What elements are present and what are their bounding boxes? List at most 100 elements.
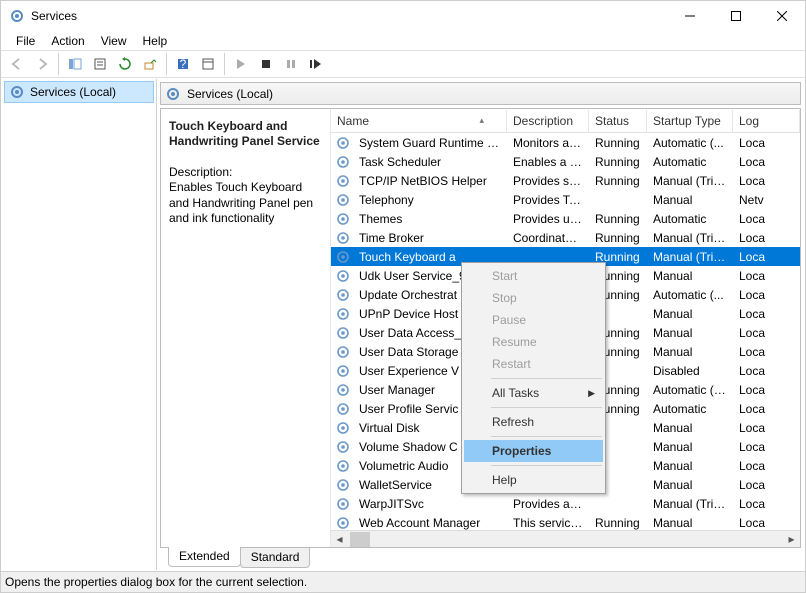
cell-startup: Automatic	[647, 154, 733, 170]
cell-logon: Loca	[733, 458, 800, 474]
cell-startup: Manual (Trig...	[647, 496, 733, 512]
table-row[interactable]: TCP/IP NetBIOS HelperProvides su...Runni…	[331, 171, 800, 190]
description-label: Description:	[169, 165, 322, 179]
service-icon	[335, 192, 351, 208]
table-row[interactable]: Task SchedulerEnables a us...RunningAuto…	[331, 152, 800, 171]
cell-startup: Manual	[647, 439, 733, 455]
menu-file[interactable]: File	[9, 33, 42, 49]
table-row[interactable]: ThemesProvides us...RunningAutomaticLoca	[331, 209, 800, 228]
service-icon	[335, 287, 351, 303]
pause-service-button[interactable]	[279, 52, 303, 76]
service-icon	[335, 173, 351, 189]
stop-service-button[interactable]	[254, 52, 278, 76]
pane-title: Services (Local)	[187, 87, 273, 101]
horizontal-scrollbar[interactable]: ◂ ▸	[331, 530, 800, 547]
scroll-left-icon[interactable]: ◂	[331, 531, 348, 548]
menu-help[interactable]: Help	[136, 33, 175, 49]
forward-button[interactable]	[30, 52, 54, 76]
export-button[interactable]	[138, 52, 162, 76]
col-header-logon[interactable]: Log	[733, 110, 800, 132]
properties-button[interactable]	[88, 52, 112, 76]
toolbar: ?	[1, 50, 805, 78]
restart-service-button[interactable]	[304, 52, 328, 76]
tab-standard[interactable]: Standard	[240, 548, 311, 568]
ctx-restart[interactable]: Restart	[464, 353, 603, 375]
cell-startup: Manual	[647, 325, 733, 341]
service-icon	[335, 306, 351, 322]
table-row[interactable]: System Guard Runtime Mo...Monitors an...…	[331, 133, 800, 152]
menu-view[interactable]: View	[94, 33, 134, 49]
minimize-button[interactable]	[667, 1, 713, 31]
service-properties-button[interactable]	[196, 52, 220, 76]
col-header-status[interactable]: Status	[589, 110, 647, 132]
scrollbar-thumb[interactable]	[350, 532, 370, 547]
sort-asc-icon: ▴	[479, 115, 500, 126]
cell-startup: Manual	[647, 458, 733, 474]
ctx-help[interactable]: Help	[464, 469, 603, 491]
ctx-properties[interactable]: Properties	[464, 440, 603, 462]
ctx-all-tasks[interactable]: All Tasks▶	[464, 382, 603, 404]
cell-logon: Loca	[733, 173, 800, 189]
tab-strip: Extended Standard	[160, 548, 801, 570]
menu-action[interactable]: Action	[44, 33, 91, 49]
cell-logon: Loca	[733, 439, 800, 455]
cell-name: TCP/IP NetBIOS Helper	[353, 173, 507, 189]
table-row[interactable]: Time BrokerCoordinates...RunningManual (…	[331, 228, 800, 247]
table-row[interactable]: TelephonyProvides Tel...ManualNetv	[331, 190, 800, 209]
cell-description: Provides Tel...	[507, 192, 589, 208]
cell-startup: Disabled	[647, 363, 733, 379]
close-button[interactable]	[759, 1, 805, 31]
cell-status: Running	[589, 230, 647, 246]
status-bar: Opens the properties dialog box for the …	[1, 571, 805, 592]
cell-startup: Manual	[647, 268, 733, 284]
table-row[interactable]: WarpJITSvcProvides a JI...Manual (Trig..…	[331, 494, 800, 513]
back-button[interactable]	[5, 52, 29, 76]
col-header-name[interactable]: Name▴	[331, 110, 507, 132]
tree-services-local[interactable]: Services (Local)	[4, 81, 154, 103]
description-text: Enables Touch Keyboard and Handwriting P…	[169, 180, 322, 227]
refresh-button[interactable]	[113, 52, 137, 76]
service-icon	[335, 515, 351, 531]
scroll-right-icon[interactable]: ▸	[783, 531, 800, 548]
maximize-button[interactable]	[713, 1, 759, 31]
show-hide-tree-button[interactable]	[63, 52, 87, 76]
cell-description: Provides us...	[507, 211, 589, 227]
pane-title-bar: Services (Local)	[160, 82, 801, 105]
services-icon	[9, 8, 25, 24]
cell-startup: Manual	[647, 420, 733, 436]
ctx-pause[interactable]: Pause	[464, 309, 603, 331]
cell-startup: Automatic (...	[647, 287, 733, 303]
cell-startup: Manual	[647, 192, 733, 208]
col-header-startup[interactable]: Startup Type	[647, 110, 733, 132]
services-icon	[9, 84, 25, 100]
service-icon	[335, 135, 351, 151]
service-icon	[335, 496, 351, 512]
cell-startup: Manual (Trig...	[647, 230, 733, 246]
context-menu: Start Stop Pause Resume Restart All Task…	[461, 262, 606, 494]
help-button[interactable]: ?	[171, 52, 195, 76]
ctx-start[interactable]: Start	[464, 265, 603, 287]
ctx-resume[interactable]: Resume	[464, 331, 603, 353]
cell-startup: Automatic	[647, 211, 733, 227]
cell-status: Running	[589, 173, 647, 189]
cell-description: Enables a us...	[507, 154, 589, 170]
table-row[interactable]: Web Account ManagerThis service ...Runni…	[331, 513, 800, 530]
cell-logon: Loca	[733, 382, 800, 398]
cell-logon: Loca	[733, 135, 800, 151]
list-header: Name▴ Description Status Startup Type Lo…	[331, 109, 800, 133]
cell-status: Running	[589, 515, 647, 531]
service-icon	[335, 401, 351, 417]
ctx-refresh[interactable]: Refresh	[464, 411, 603, 433]
start-service-button[interactable]	[229, 52, 253, 76]
ctx-stop[interactable]: Stop	[464, 287, 603, 309]
service-icon	[335, 477, 351, 493]
menu-bar: File Action View Help	[1, 31, 805, 50]
tab-extended[interactable]: Extended	[168, 547, 241, 567]
cell-startup: Manual	[647, 477, 733, 493]
cell-logon: Loca	[733, 496, 800, 512]
status-text: Opens the properties dialog box for the …	[5, 575, 307, 589]
cell-logon: Loca	[733, 154, 800, 170]
svg-text:?: ?	[180, 57, 187, 71]
cell-startup: Manual	[647, 515, 733, 531]
col-header-description[interactable]: Description	[507, 110, 589, 132]
